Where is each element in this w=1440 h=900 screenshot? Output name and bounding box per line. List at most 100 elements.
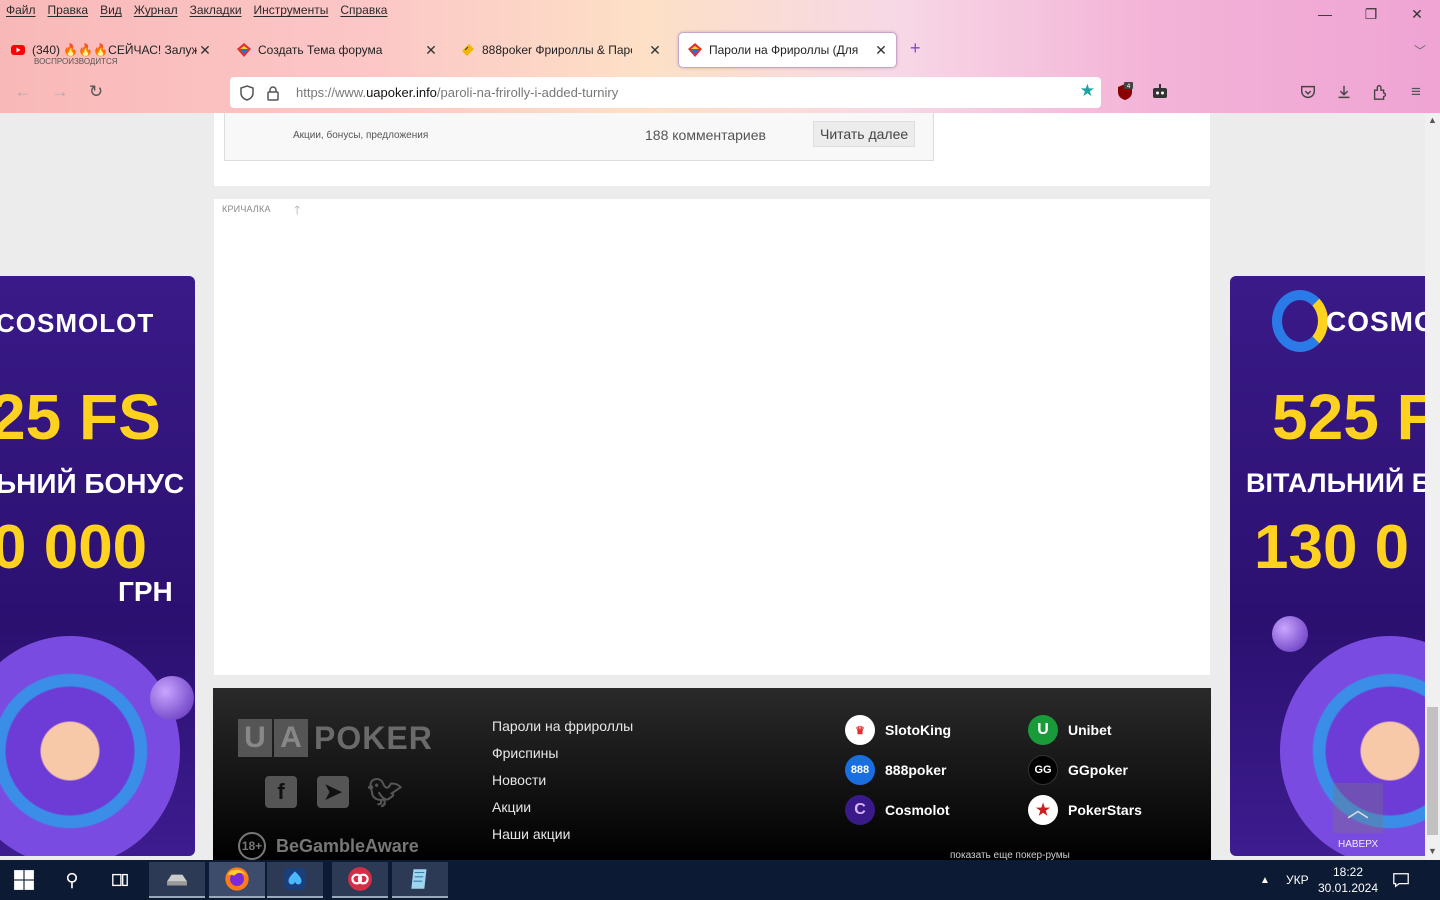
scroll-up-icon[interactable]: ▲: [1425, 115, 1440, 125]
social-links: f ➤ 🐦︎: [265, 776, 403, 808]
tray-overflow-icon[interactable]: ▲: [1260, 860, 1270, 900]
tab-forum[interactable]: Создать Тема форума ✕: [228, 32, 446, 68]
url-text[interactable]: https://www.uapoker.info/paroli-na-friro…: [296, 85, 618, 100]
new-tab-icon[interactable]: +: [910, 38, 921, 59]
tab-title: Пароли на Фрироллы (Для Пр: [709, 43, 859, 57]
menu-view[interactable]: Вид: [94, 3, 128, 17]
room-unibet[interactable]: U Unibet: [1028, 715, 1175, 745]
downloads-icon[interactable]: [1333, 81, 1355, 103]
back-icon[interactable]: ←: [12, 81, 34, 103]
scrollbar-thumb[interactable]: [1427, 707, 1438, 835]
search-icon[interactable]: ⚲: [48, 860, 96, 900]
arrow-up-icon[interactable]: 🡑: [294, 201, 300, 222]
uapoker-icon: [237, 43, 251, 57]
uapoker-logo[interactable]: U A POKER: [238, 718, 433, 758]
room-slotoking[interactable]: ♛ SlotoKing: [845, 715, 1028, 745]
extensions-icon[interactable]: [1369, 81, 1391, 103]
menu-tools[interactable]: Инструменты: [248, 3, 335, 17]
slotoking-icon: ♛: [845, 715, 875, 745]
forward-icon[interactable]: →: [49, 81, 71, 103]
minimize-button[interactable]: —: [1302, 0, 1348, 28]
footer-link-news[interactable]: Новости: [492, 772, 633, 799]
site-footer: U A POKER f ➤ 🐦︎ 18+ BeGambleAware Парол…: [213, 688, 1211, 860]
windows-start-icon[interactable]: [0, 860, 48, 900]
logo-letter-u: U: [238, 719, 272, 757]
close-window-button[interactable]: ✕: [1394, 0, 1440, 28]
planet-illustration: [150, 676, 194, 720]
youtube-icon: [11, 45, 25, 55]
scroll-to-top-label[interactable]: НАВЕРХ: [1338, 839, 1378, 850]
twitter-icon[interactable]: 🐦︎: [367, 776, 403, 808]
bookmark-star-icon[interactable]: ★: [1080, 81, 1095, 101]
age-18-icon: 18+: [238, 832, 266, 860]
ublock-extension-icon[interactable]: 4: [1114, 81, 1136, 103]
room-name: GGpoker: [1068, 762, 1128, 778]
clock-time: 18:22: [1332, 865, 1364, 879]
footer-link-promos[interactable]: Акции: [492, 799, 633, 826]
room-name: PokerStars: [1068, 802, 1142, 818]
restore-button[interactable]: ❐: [1348, 0, 1394, 28]
show-more-rooms-link[interactable]: показать еще покер-румы: [950, 850, 1070, 860]
cosmolot-banner-left[interactable]: COSMOLOT 25 FS ЬНИЙ БОНУС 0 000 ГРН: [0, 276, 195, 856]
close-icon[interactable]: ✕: [198, 42, 212, 59]
tab-freeroll-passwords[interactable]: Пароли на Фрироллы (Для Пр ✕: [678, 32, 897, 68]
post-comments-count[interactable]: 188 комментариев: [645, 127, 766, 143]
taskbar-notepad-icon[interactable]: [392, 862, 448, 898]
tab-strip: (340) 🔥🔥🔥СЕЙЧАС! Залужны ✕ ВОСПРОИЗВОДИТ…: [0, 28, 1440, 72]
taskbar-app-drive-icon[interactable]: [149, 862, 205, 898]
web-page: Акции, бонусы, предложения 188 комментар…: [0, 113, 1425, 860]
scroll-down-icon[interactable]: ▼: [1425, 846, 1440, 856]
keyboard-language[interactable]: УКР: [1286, 860, 1309, 900]
menu-help[interactable]: Справка: [334, 3, 393, 17]
banner-bonus: ВІТАЛЬНИЙ Б: [1246, 468, 1425, 498]
cosmolot-logo-icon: [1272, 290, 1328, 352]
room-888poker[interactable]: 888 888poker: [845, 755, 1028, 785]
url-path: /paroli-na-frirolly-i-added-turniry: [436, 85, 619, 100]
room-cosmolot[interactable]: C Cosmolot: [845, 795, 1028, 825]
menu-bookmarks[interactable]: Закладки: [184, 3, 248, 17]
page-scrollbar[interactable]: ▲ ▼: [1425, 113, 1440, 860]
footer-link-passwords[interactable]: Пароли на фрироллы: [492, 718, 633, 745]
menu-edit[interactable]: Правка: [42, 3, 95, 17]
list-tabs-icon[interactable]: ﹀: [1414, 42, 1426, 59]
banner-currency: ГРН: [118, 576, 173, 607]
footer-nav: Пароли на фрироллы Фриспины Новости Акци…: [492, 718, 633, 853]
pocket-icon[interactable]: [1297, 81, 1319, 103]
url-bar[interactable]: https://www.uapoker.info/paroli-na-friro…: [230, 77, 1101, 108]
begambleaware-logo[interactable]: 18+ BeGambleAware: [238, 832, 419, 860]
room-ggpoker[interactable]: GG GGpoker: [1028, 755, 1175, 785]
tab-title: (340) 🔥🔥🔥СЕЙЧАС! Залужны: [32, 43, 197, 57]
read-more-button[interactable]: Читать далее: [813, 121, 916, 147]
lock-icon[interactable]: [264, 84, 282, 102]
room-pokerstars[interactable]: ★ PokerStars: [1028, 795, 1175, 825]
menu-file[interactable]: Файл: [0, 3, 42, 17]
reload-icon[interactable]: ↻: [85, 81, 107, 103]
post-category[interactable]: Акции, бонусы, предложения: [293, 130, 428, 141]
telegram-icon[interactable]: ➤: [317, 776, 349, 808]
taskbar-poker-app-icon[interactable]: [267, 862, 323, 898]
planet-illustration: [1272, 616, 1308, 652]
astronaut-illustration: [0, 636, 180, 856]
menu-bar: Файл Правка Вид Журнал Закладки Инструме…: [0, 0, 393, 20]
menu-history[interactable]: Журнал: [128, 3, 184, 17]
notifications-icon[interactable]: [1392, 860, 1410, 900]
post-footer: Акции, бонусы, предложения 188 комментар…: [224, 113, 934, 161]
svg-text:4: 4: [1127, 83, 1131, 90]
shield-icon[interactable]: [238, 84, 256, 102]
cosmolot-banner-right[interactable]: COSMO 525 F ВІТАЛЬНИЙ Б 130 0: [1230, 276, 1425, 856]
footer-link-our-promos[interactable]: Наши акции: [492, 826, 633, 853]
clock[interactable]: 18:22 30.01.2024: [1318, 860, 1378, 900]
scroll-to-top-button[interactable]: ︿: [1333, 783, 1383, 833]
taskbar-cosmolot-app-icon[interactable]: [332, 862, 388, 898]
close-icon[interactable]: ✕: [424, 42, 438, 59]
footer-link-freespins[interactable]: Фриспины: [492, 745, 633, 772]
hamburger-menu-icon[interactable]: ≡: [1405, 81, 1427, 103]
tab-youtube[interactable]: (340) 🔥🔥🔥СЕЙЧАС! Залужны ✕ ВОСПРОИЗВОДИТ…: [2, 32, 220, 68]
close-icon[interactable]: ✕: [648, 42, 662, 59]
taskbar-firefox-icon[interactable]: [209, 862, 265, 898]
facebook-icon[interactable]: f: [265, 776, 297, 808]
task-view-icon[interactable]: [96, 860, 144, 900]
robot-extension-icon[interactable]: [1149, 81, 1171, 103]
close-icon[interactable]: ✕: [874, 42, 888, 59]
tab-888poker[interactable]: 888poker Фрироллы & Пароли ✕: [452, 32, 670, 68]
